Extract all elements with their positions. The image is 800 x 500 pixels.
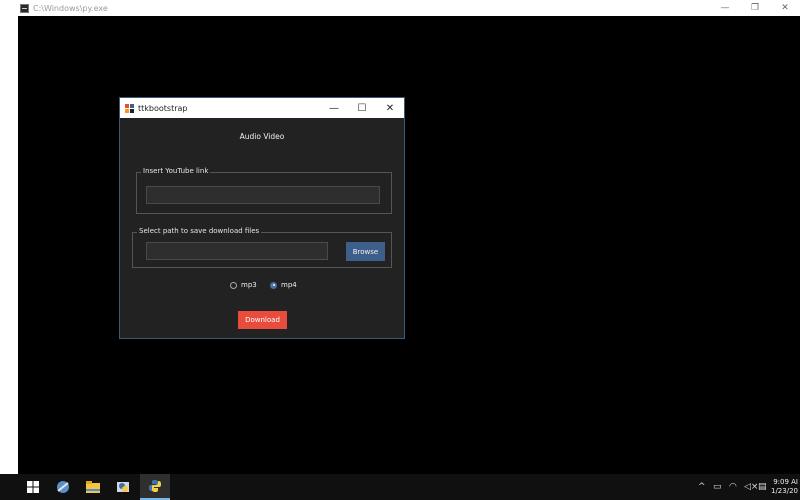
format-option-label: mp4 <box>281 281 297 289</box>
network-icon[interactable]: ◠ <box>729 482 737 492</box>
app-close-button[interactable]: ✕ <box>376 98 404 118</box>
clock[interactable]: 9:09 AI 1/23/20 <box>771 478 798 496</box>
browse-button[interactable]: Browse <box>346 242 385 261</box>
format-option-label: mp3 <box>241 281 257 289</box>
console-minimize-button[interactable]: — <box>710 0 740 16</box>
python-idle-button[interactable] <box>108 474 138 500</box>
app-icon <box>57 481 69 493</box>
app-window: ttkbootstrap — ☐ ✕ Audio Video Insert Yo… <box>119 97 405 339</box>
keyboard-icon[interactable]: ▭ <box>713 482 722 492</box>
clock-time: 9:09 AI <box>773 478 798 486</box>
save-path-input[interactable] <box>146 242 328 260</box>
app-minimize-button[interactable]: — <box>320 98 348 118</box>
download-button[interactable]: Download <box>238 311 287 329</box>
console-restore-button[interactable]: ❐ <box>740 0 770 16</box>
start-button[interactable] <box>18 474 48 500</box>
python-idle-icon <box>117 482 129 492</box>
console-close-button[interactable]: ✕ <box>770 0 800 16</box>
windows-start-icon <box>27 481 39 493</box>
app-maximize-button[interactable]: ☐ <box>348 98 376 118</box>
app-title: ttkbootstrap <box>138 103 188 113</box>
ttkbootstrap-logo-icon <box>125 103 134 113</box>
youtube-link-input[interactable] <box>146 186 380 204</box>
console-titlebar[interactable]: C:\Windows\py.exe — ❐ ✕ <box>18 0 800 16</box>
taskbar-app-button[interactable] <box>48 474 78 500</box>
save-path-label: Select path to save download files <box>137 227 262 235</box>
format-option-mp4[interactable]: mp4 <box>270 281 297 289</box>
taskbar: ^ ▭ ◠ ◁× ▤ 9:09 AI 1/23/20 <box>0 474 800 500</box>
notification-icon[interactable]: ▤ <box>758 482 767 492</box>
console-icon <box>20 3 29 13</box>
app-titlebar[interactable]: ttkbootstrap — ☐ ✕ <box>120 98 404 118</box>
python-icon <box>149 480 161 492</box>
format-option-mp3[interactable]: mp3 <box>230 281 257 289</box>
file-explorer-button[interactable] <box>78 474 108 500</box>
file-explorer-icon <box>86 481 100 493</box>
python-button[interactable] <box>140 474 170 500</box>
chevron-up-icon[interactable]: ^ <box>698 482 706 492</box>
youtube-link-label: Insert YouTube link <box>141 167 211 175</box>
page-title: Audio Video <box>239 132 285 141</box>
clock-date: 1/23/20 <box>771 487 798 495</box>
radio-checked-icon <box>270 281 277 289</box>
volume-icon[interactable]: ◁× <box>744 482 758 492</box>
console-title: C:\Windows\py.exe <box>33 3 108 13</box>
radio-unchecked-icon <box>230 281 237 289</box>
